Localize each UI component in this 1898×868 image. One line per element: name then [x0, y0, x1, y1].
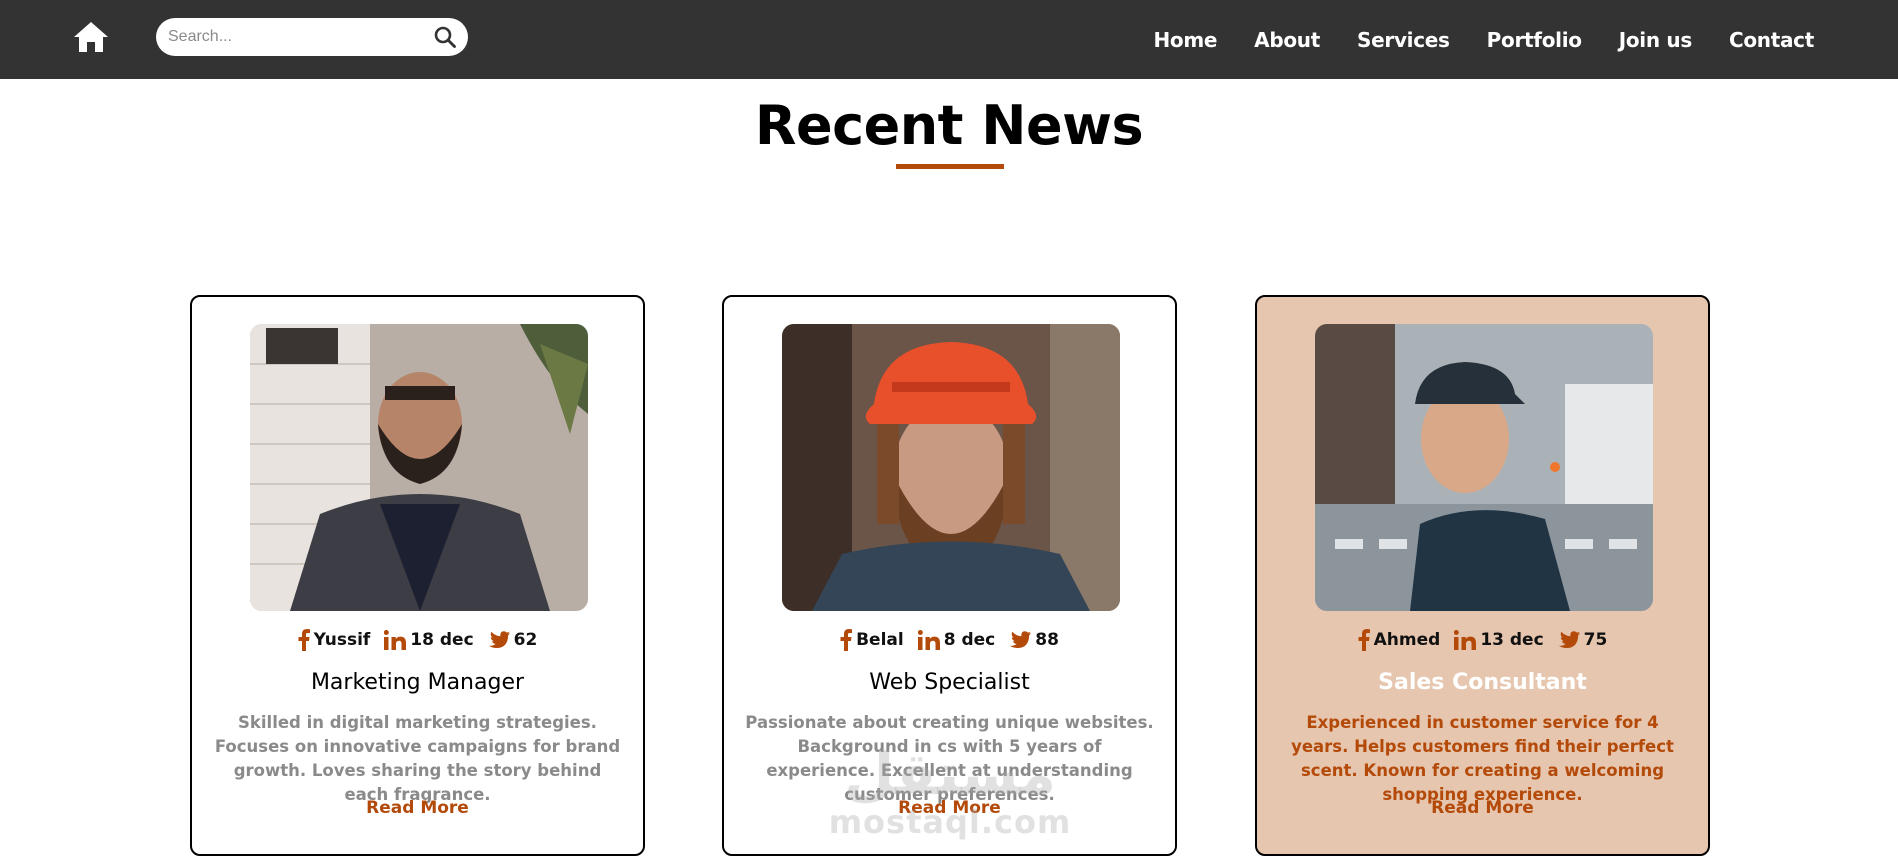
card-role: Web Specialist [869, 670, 1030, 695]
twitter-icon[interactable] [488, 631, 510, 649]
news-card-highlighted: Ahmed 13 dec 75 Sales Consultant Experie… [1255, 295, 1710, 856]
read-more-link[interactable]: Read More [724, 798, 1175, 818]
nav-links: Home About Services Portfolio Join us Co… [1153, 0, 1814, 79]
home-icon[interactable] [72, 20, 110, 54]
linkedin-icon[interactable] [917, 630, 940, 650]
card-meta: Ahmed 13 dec 75 [1257, 629, 1708, 651]
card-description: Experienced in customer service for 4 ye… [1291, 713, 1674, 804]
card-date: 18 dec [410, 630, 474, 650]
facebook-icon[interactable] [840, 629, 853, 651]
search-box [156, 18, 468, 56]
nav-link-join-us[interactable]: Join us [1619, 28, 1693, 52]
search-icon[interactable] [434, 26, 456, 48]
card-photo [782, 324, 1120, 611]
card-description: Skilled in digital marketing strategies.… [214, 713, 621, 804]
linkedin-icon[interactable] [1454, 630, 1477, 650]
card-count: 88 [1035, 630, 1059, 650]
twitter-icon[interactable] [1558, 631, 1580, 649]
nav-link-contact[interactable]: Contact [1729, 28, 1814, 52]
date-meta: 13 dec [1454, 630, 1544, 650]
read-more-link[interactable]: Read More [192, 798, 643, 818]
card-author: Belal [856, 630, 904, 650]
nav-link-services[interactable]: Services [1357, 28, 1450, 52]
linkedin-icon[interactable] [384, 630, 407, 650]
count-meta: 75 [1558, 630, 1608, 650]
card-count: 75 [1583, 630, 1608, 650]
news-card: Belal 8 dec 88 Web Specialist Passionate… [722, 295, 1177, 856]
nav-link-portfolio[interactable]: Portfolio [1487, 28, 1582, 52]
count-meta: 62 [488, 630, 538, 650]
card-photo [250, 324, 588, 611]
card-description: Passionate about creating unique website… [745, 713, 1154, 804]
card-author: Yussif [313, 630, 371, 650]
card-count: 62 [513, 630, 538, 650]
title-underline [896, 164, 1004, 169]
card-date: 13 dec [1480, 630, 1544, 650]
card-role: Marketing Manager [310, 670, 525, 695]
search-input[interactable] [168, 18, 428, 56]
card-author: Ahmed [1373, 630, 1441, 650]
card-meta: Yussif 18 dec 62 [192, 629, 643, 651]
count-meta: 88 [1009, 630, 1059, 650]
author-meta: Yussif [298, 629, 371, 651]
card-date: 8 dec [943, 630, 996, 650]
author-meta: Belal [840, 629, 904, 651]
author-meta: Ahmed [1358, 629, 1441, 651]
nav-link-home[interactable]: Home [1153, 28, 1217, 52]
read-more-link[interactable]: Read More [1257, 798, 1708, 818]
news-card: Yussif 18 dec 62 Marketing Manager Skill… [190, 295, 645, 856]
facebook-icon[interactable] [1358, 629, 1370, 651]
card-meta: Belal 8 dec 88 [724, 629, 1175, 651]
date-meta: 18 dec [384, 630, 474, 650]
card-photo [1315, 324, 1653, 611]
card-role: Sales Consultant [1378, 670, 1587, 695]
section-title: Recent News [754, 94, 1144, 157]
date-meta: 8 dec [917, 630, 996, 650]
twitter-icon[interactable] [1009, 631, 1032, 649]
top-navbar: Home About Services Portfolio Join us Co… [0, 0, 1898, 79]
nav-link-about[interactable]: About [1254, 28, 1320, 52]
facebook-icon[interactable] [298, 629, 310, 651]
